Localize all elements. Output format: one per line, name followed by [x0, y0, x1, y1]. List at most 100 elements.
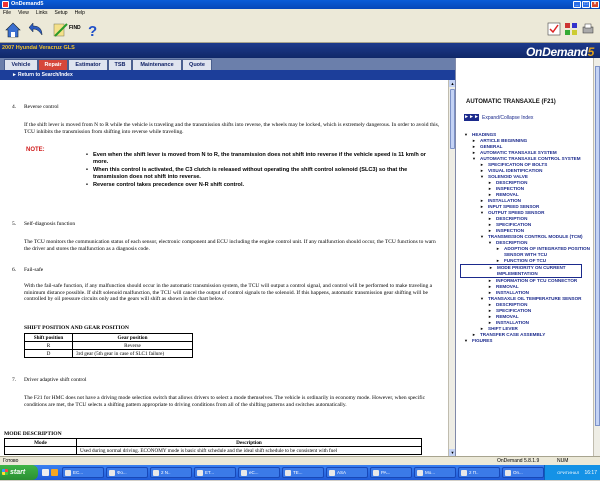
- table-cell: R: [24, 341, 73, 350]
- return-link[interactable]: ► Return to Search/Index: [0, 70, 455, 80]
- window-icon: [241, 470, 247, 476]
- note-item: When this control is activated, the C3 c…: [85, 167, 440, 181]
- section-7-body: The F21 for HMC does not have a driving …: [24, 395, 426, 408]
- table-cell: Used during normal driving. ECONOMY mode…: [76, 446, 422, 455]
- language-indicator[interactable]: ОРИГИНАЛ: [557, 470, 579, 475]
- help-icon: ?: [88, 23, 97, 39]
- index-item-label: DESCRIPTION: [496, 216, 528, 221]
- index-item-label: MODE PRIORITY ON CURRENT IMPLEMENTATION: [497, 265, 566, 276]
- index-item-label: SPECIFICATION OF BOLTS: [488, 162, 548, 167]
- index-item-label: GENERAL: [480, 144, 503, 149]
- taskbar-button-label: 2 N..: [161, 470, 171, 475]
- taskbar-button[interactable]: On...: [502, 467, 544, 478]
- logo-text: OnDemand: [526, 45, 588, 59]
- tab-quote[interactable]: Quote: [182, 59, 212, 70]
- back-button[interactable]: [27, 20, 47, 40]
- mode-table-title: MODE DESCRIPTION: [4, 431, 62, 437]
- article-content: 4. Reverse control If the shift lever is…: [0, 80, 448, 456]
- section-6-title: Fail-safe: [24, 267, 44, 273]
- toolbar-right-button-1[interactable]: [546, 21, 562, 37]
- tab-vehicle[interactable]: Vehicle: [4, 59, 38, 70]
- index-item-label: INSPECTION: [496, 186, 525, 191]
- section-4-body: If the shift lever is moved from N to R …: [24, 122, 440, 135]
- index-item-label: INFORMATION OF TCU CONNECTOR: [496, 278, 578, 283]
- tab-bar: Vehicle Repair Estimator TSB Maintenance…: [0, 58, 455, 70]
- index-item-label: TRANSFER CASE ASSEMBLY: [480, 332, 546, 337]
- toolbar-right-button-2[interactable]: [563, 21, 579, 37]
- menu-links[interactable]: Links: [36, 9, 48, 17]
- table-header: Gear position: [72, 333, 193, 342]
- taskbar-button[interactable]: ASA: [326, 467, 368, 478]
- vehicle-bar: 2007 Hyundai Veracruz GLS OnDemand5: [0, 43, 600, 59]
- shift-table-title: SHIFT POSITION AND GEAR POSITION: [24, 325, 129, 331]
- tab-maintenance[interactable]: Maintenance: [132, 59, 182, 70]
- section-5-body: The TCU monitors the communication statu…: [24, 239, 436, 252]
- taskbar-button[interactable]: PA...: [370, 467, 412, 478]
- taskbar-button-label: PA...: [381, 470, 391, 475]
- taskbar-button[interactable]: 2 N..: [150, 467, 192, 478]
- section-7-title: Driver adaptive shift control: [24, 377, 87, 383]
- index-scrollbar[interactable]: [593, 58, 600, 456]
- taskbar-button[interactable]: ET...: [194, 467, 236, 478]
- start-button[interactable]: start: [0, 465, 38, 480]
- expand-collapse-link[interactable]: ►►► Expand/Collapse Index: [464, 114, 533, 121]
- content-scrollbar[interactable]: ▲ ▼: [448, 80, 456, 456]
- tab-estimator[interactable]: Estimator: [68, 59, 108, 70]
- index-panel: AUTOMATIC TRANSAXLE (F21) ►►► Expand/Col…: [455, 58, 600, 456]
- taskbar-button[interactable]: eC...: [238, 467, 280, 478]
- toolbar-right-button-3[interactable]: [580, 21, 596, 37]
- index-scroll-thumb[interactable]: [595, 66, 600, 426]
- taskbar: start EC... Фо... 2 N.. ET... eC... TE... ASA P…: [0, 465, 600, 480]
- taskbar-button[interactable]: Mo...: [414, 467, 456, 478]
- quicklaunch-desktop-icon[interactable]: [42, 469, 49, 476]
- expanded-arrow-icon[interactable]: ▼: [464, 338, 468, 344]
- taskbar-button[interactable]: EC...: [62, 467, 104, 478]
- window-icon: [373, 470, 379, 476]
- menu-help[interactable]: Help: [75, 9, 85, 17]
- tab-repair[interactable]: Repair: [38, 59, 68, 70]
- find-button[interactable]: FIND: [51, 20, 81, 40]
- version-text: OnDemand 5.8.1.9: [497, 458, 540, 464]
- home-button[interactable]: [3, 20, 23, 40]
- table-cell: 3rd gear (5th gear in case of SLC1 failu…: [72, 349, 193, 358]
- index-item-label: DESCRIPTION: [496, 302, 528, 307]
- table-header: Mode: [4, 438, 77, 447]
- window-icon: [329, 470, 335, 476]
- index-item[interactable]: ► MODE PRIORITY ON CURRENT IMPLEMENTATION: [460, 264, 582, 278]
- menu-file[interactable]: File: [3, 9, 11, 17]
- return-link-label: Return to Search/Index: [18, 72, 73, 78]
- table-header: Description: [76, 438, 422, 447]
- section-5-number: 5.: [12, 221, 17, 227]
- tab-tsb[interactable]: TSB: [108, 59, 132, 70]
- minimize-button[interactable]: _: [573, 1, 581, 8]
- maximize-button[interactable]: □: [582, 1, 590, 8]
- collapsed-arrow-icon[interactable]: ►: [496, 246, 500, 252]
- home-icon: [5, 22, 21, 38]
- checklist-icon: [547, 22, 561, 36]
- index-item-label: VISUAL IDENTIFICATION: [488, 168, 543, 173]
- table-header: Shift position: [24, 333, 73, 342]
- close-button[interactable]: ×: [591, 1, 599, 8]
- taskbar-button[interactable]: Фо...: [106, 467, 148, 478]
- index-item-label: INPUT SPEED SENSOR: [488, 204, 540, 209]
- app-icon: [2, 1, 9, 8]
- table-row: D 3rd gear (5th gear in case of SLC1 fai…: [24, 349, 193, 358]
- menu-view[interactable]: View: [18, 9, 29, 17]
- taskbar-button-label: Mo...: [425, 470, 436, 475]
- quicklaunch-browser-icon[interactable]: [51, 469, 58, 476]
- menu-setup[interactable]: Setup: [55, 9, 68, 17]
- taskbar-button[interactable]: TE...: [282, 467, 324, 478]
- index-item-label: REMOVAL: [496, 284, 519, 289]
- print-icon: [582, 23, 594, 34]
- taskbar-button-label: TE...: [293, 470, 303, 475]
- collapsed-arrow-icon[interactable]: ►: [489, 265, 493, 271]
- help-button[interactable]: ?: [82, 20, 102, 40]
- note-item: Reverse control takes precedence over N-…: [85, 182, 440, 189]
- index-item[interactable]: ▼ FIGURES: [460, 338, 592, 344]
- index-item-label: AUTOMATIC TRANSAXLE SYSTEM: [480, 150, 557, 155]
- taskbar-button[interactable]: 2 П..: [458, 467, 500, 478]
- index-item[interactable]: ► ADOPTION OF INTEGRATED POSITION SENSOR …: [460, 246, 592, 258]
- section-7-number: 7.: [12, 377, 17, 383]
- find-icon: [53, 23, 68, 37]
- section-5-title: Self-diagnosis function: [24, 221, 76, 227]
